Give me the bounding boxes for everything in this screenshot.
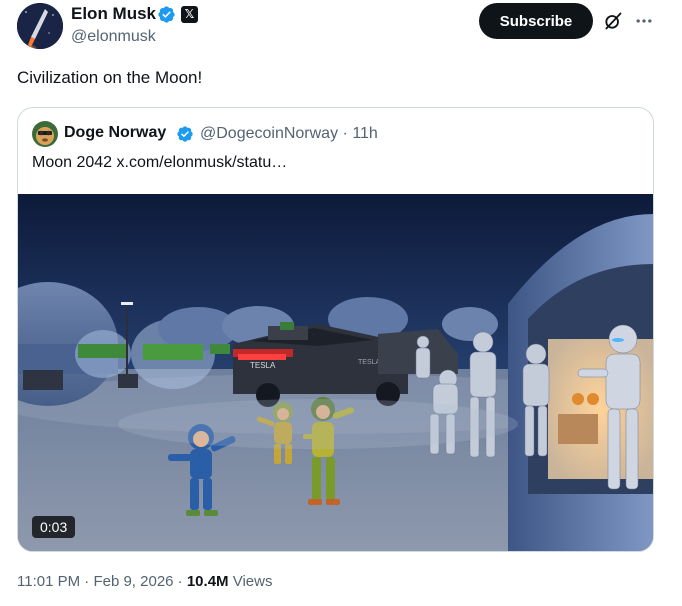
x-logo-badge-icon: 𝕏 — [181, 6, 198, 23]
views-count: 10.4M — [186, 573, 229, 590]
verified-badge-icon — [158, 6, 175, 23]
quoted-post[interactable]: Doge Norway @DogecoinNorway · 11h Moon 2… — [17, 107, 654, 552]
meta-separator: · — [177, 573, 183, 590]
meta-separator: · — [84, 573, 90, 590]
grok-icon[interactable] — [603, 11, 623, 31]
quote-text: Moon 2042 x.com/elonmusk/statu… — [32, 154, 288, 171]
post-date[interactable]: Feb 9, 2026 — [93, 573, 173, 590]
more-dots-icon[interactable] — [634, 11, 654, 31]
meta-separator: · — [342, 125, 348, 142]
post: Elon Musk 𝕏 @elonmusk Subscribe Civiliza… — [0, 0, 682, 606]
author-name[interactable]: Elon Musk — [71, 4, 156, 24]
quote-meta: @DogecoinNorway · 11h — [200, 125, 378, 143]
subscribe-button[interactable]: Subscribe — [479, 3, 593, 39]
author-avatar[interactable] — [17, 3, 63, 49]
quote-time[interactable]: 11h — [352, 125, 378, 142]
cybertruck-logo: TESLA — [250, 361, 276, 370]
quote-author-handle[interactable]: @DogecoinNorway — [200, 125, 338, 142]
post-text: Civilization on the Moon! — [17, 68, 203, 87]
video-duration: 0:03 — [32, 516, 76, 538]
quote-author-name[interactable]: Doge Norway — [64, 124, 166, 142]
post-timestamp: 11:01 PM · Feb 9, 2026 · 10.4M Views — [17, 573, 272, 590]
quote-avatar[interactable] — [32, 121, 58, 147]
cybertruck-side-logo: TESLA — [358, 359, 381, 366]
video-player[interactable]: TESLA TESLA 0:03 — [18, 194, 653, 551]
verified-badge-icon — [177, 126, 193, 142]
post-time[interactable]: 11:01 PM — [17, 573, 80, 590]
author-handle[interactable]: @elonmusk — [71, 28, 156, 46]
views-label: Views — [232, 573, 273, 590]
